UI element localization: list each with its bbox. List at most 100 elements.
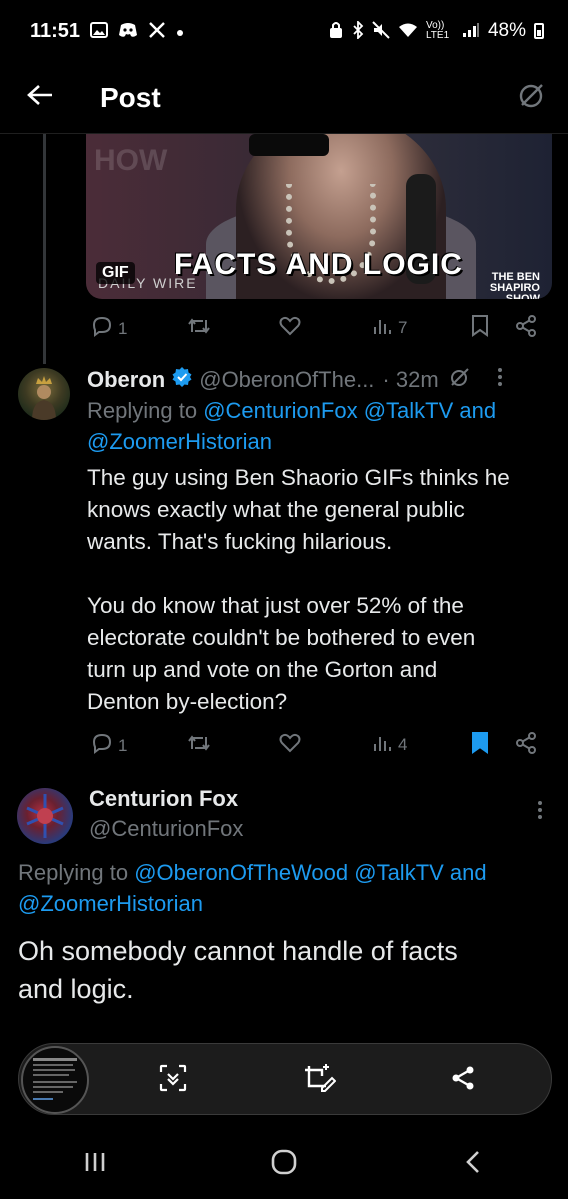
speech-bubble-icon (90, 314, 114, 343)
gif-caption: FACTS AND LOGIC (174, 248, 463, 281)
views-button[interactable]: 7 (372, 314, 407, 341)
battery-icon (534, 23, 544, 39)
body-line: The guy using Ben Shaorio GIFs thinks he (87, 465, 510, 490)
body-line: wants. That's fucking hilarious. (87, 529, 393, 554)
reply-button[interactable]: 1 (90, 314, 127, 343)
reply-count: 1 (118, 318, 128, 338)
avatar-oberon[interactable] (18, 368, 70, 420)
header-bar: Post (0, 62, 568, 134)
recent-apps-button[interactable] (55, 1135, 135, 1195)
tweet-handle-centurion: @CenturionFox (89, 816, 243, 842)
x-notification-icon (148, 21, 166, 42)
crop-edit-icon (302, 1062, 337, 1099)
reply-count: 1 (118, 735, 128, 755)
scroll-capture-icon (157, 1062, 189, 1099)
tweet-header-oberon: Oberon @OberonOfThe... · 32m (87, 366, 503, 394)
mute-icon (372, 20, 390, 42)
bookmark-icon (470, 314, 490, 343)
discord-notification-icon (118, 22, 138, 41)
body-line: and logic. (18, 974, 134, 1004)
wifi-icon (398, 22, 418, 41)
views-button[interactable]: 4 (372, 731, 407, 758)
share-icon (514, 314, 538, 343)
replying-handles[interactable]: @OberonOfTheWood @TalkTV and (134, 860, 486, 885)
slash-circle-icon (449, 366, 471, 394)
body-line: Oh somebody cannot handle of facts (18, 936, 458, 966)
views-count: 4 (398, 734, 408, 754)
gif-background-text: HOW (94, 144, 168, 177)
heart-icon (278, 314, 302, 343)
signal-icon (462, 22, 480, 41)
home-icon (271, 1149, 297, 1180)
scroll-capture-button[interactable] (151, 1058, 195, 1102)
body-line: turn up and vote on the Gorton and (87, 657, 438, 682)
screenshot-thumbnail[interactable] (21, 1046, 89, 1114)
tweet-body-oberon: The guy using Ben Shaorio GIFs thinks he… (87, 462, 557, 718)
share-button[interactable] (514, 314, 538, 343)
author-handle[interactable]: @CenturionFox (89, 816, 243, 842)
retweet-button[interactable] (186, 731, 212, 760)
verified-badge-icon (171, 366, 193, 394)
body-line (87, 558, 557, 590)
gif-sunglasses (249, 134, 329, 156)
replying-prefix: Replying to (87, 398, 198, 423)
back-button[interactable] (0, 62, 80, 134)
author-name[interactable]: Oberon (87, 367, 165, 393)
gif-media[interactable]: HOW DAILY WIRE GIF FACTS AND LOGIC THE B… (86, 134, 552, 299)
recent-apps-icon (83, 1151, 107, 1178)
share-icon (449, 1064, 477, 1097)
slash-circle-icon[interactable] (518, 81, 546, 114)
avatar-centurion[interactable] (17, 788, 73, 844)
replying-to: Replying to @CenturionFox @TalkTV and @Z… (87, 395, 557, 457)
reply-button[interactable]: 1 (90, 731, 127, 760)
replying-prefix: Replying to (18, 860, 129, 885)
more-vertical-icon[interactable] (497, 367, 503, 393)
gif-badge: GIF (96, 262, 135, 284)
gallery-notification-icon (90, 21, 109, 41)
home-button[interactable] (244, 1135, 324, 1195)
retweet-icon (186, 314, 212, 343)
replying-to: Replying to @OberonOfTheWood @TalkTV and… (18, 857, 558, 919)
vpn-icon (328, 21, 344, 42)
replying-handles-2[interactable]: @ZoomerHistorian (87, 429, 272, 454)
author-name[interactable]: Centurion Fox (89, 786, 238, 812)
body-line: You do know that just over 52% of the (87, 593, 464, 618)
retweet-button[interactable] (186, 314, 212, 343)
page-title: Post (100, 81, 161, 113)
body-line: knows exactly what the general public (87, 497, 465, 522)
bluetooth-icon (352, 19, 364, 42)
post-actions: 1 7 (86, 312, 552, 342)
replying-handles[interactable]: @CenturionFox @TalkTV and (203, 398, 496, 423)
body-line: electorate couldn't be bothered to even (87, 625, 476, 650)
battery-percent: 48% (487, 20, 526, 41)
share-icon (514, 731, 538, 760)
replying-handles-2[interactable]: @ZoomerHistorian (18, 891, 203, 916)
speech-bubble-icon (90, 731, 114, 760)
like-button[interactable] (278, 731, 302, 760)
status-time: 11:51 (30, 19, 81, 42)
system-nav-bar (0, 1130, 568, 1199)
back-nav-button[interactable] (433, 1135, 513, 1195)
network-label: Vo)) LTE1 (425, 20, 450, 41)
heart-icon (278, 731, 302, 760)
tweet-actions-oberon: 1 4 (86, 729, 552, 759)
more-vertical-icon[interactable] (537, 800, 543, 825)
tweet-header-centurion: Centurion Fox (89, 786, 238, 812)
bookmark-button[interactable] (470, 731, 490, 760)
share-button[interactable] (514, 731, 538, 760)
bar-chart-icon (372, 731, 394, 758)
edit-crop-button[interactable] (297, 1058, 341, 1102)
bookmark-button[interactable] (470, 314, 490, 343)
screenshot-toolbar (18, 1043, 552, 1115)
arrow-left-icon (27, 84, 53, 111)
status-bar: 11:51 Vo)) LTE1 48% (0, 0, 568, 62)
share-screenshot-button[interactable] (441, 1058, 485, 1102)
post-time: · 32m (382, 367, 439, 392)
body-line: Denton by-election? (87, 689, 288, 714)
dot-icon (176, 22, 184, 40)
bookmark-icon (470, 731, 490, 760)
tweet-body-centurion: Oh somebody cannot handle of facts and l… (18, 932, 558, 1008)
bar-chart-icon (372, 314, 394, 341)
like-button[interactable] (278, 314, 302, 343)
author-handle[interactable]: @OberonOfThe... (199, 367, 374, 393)
